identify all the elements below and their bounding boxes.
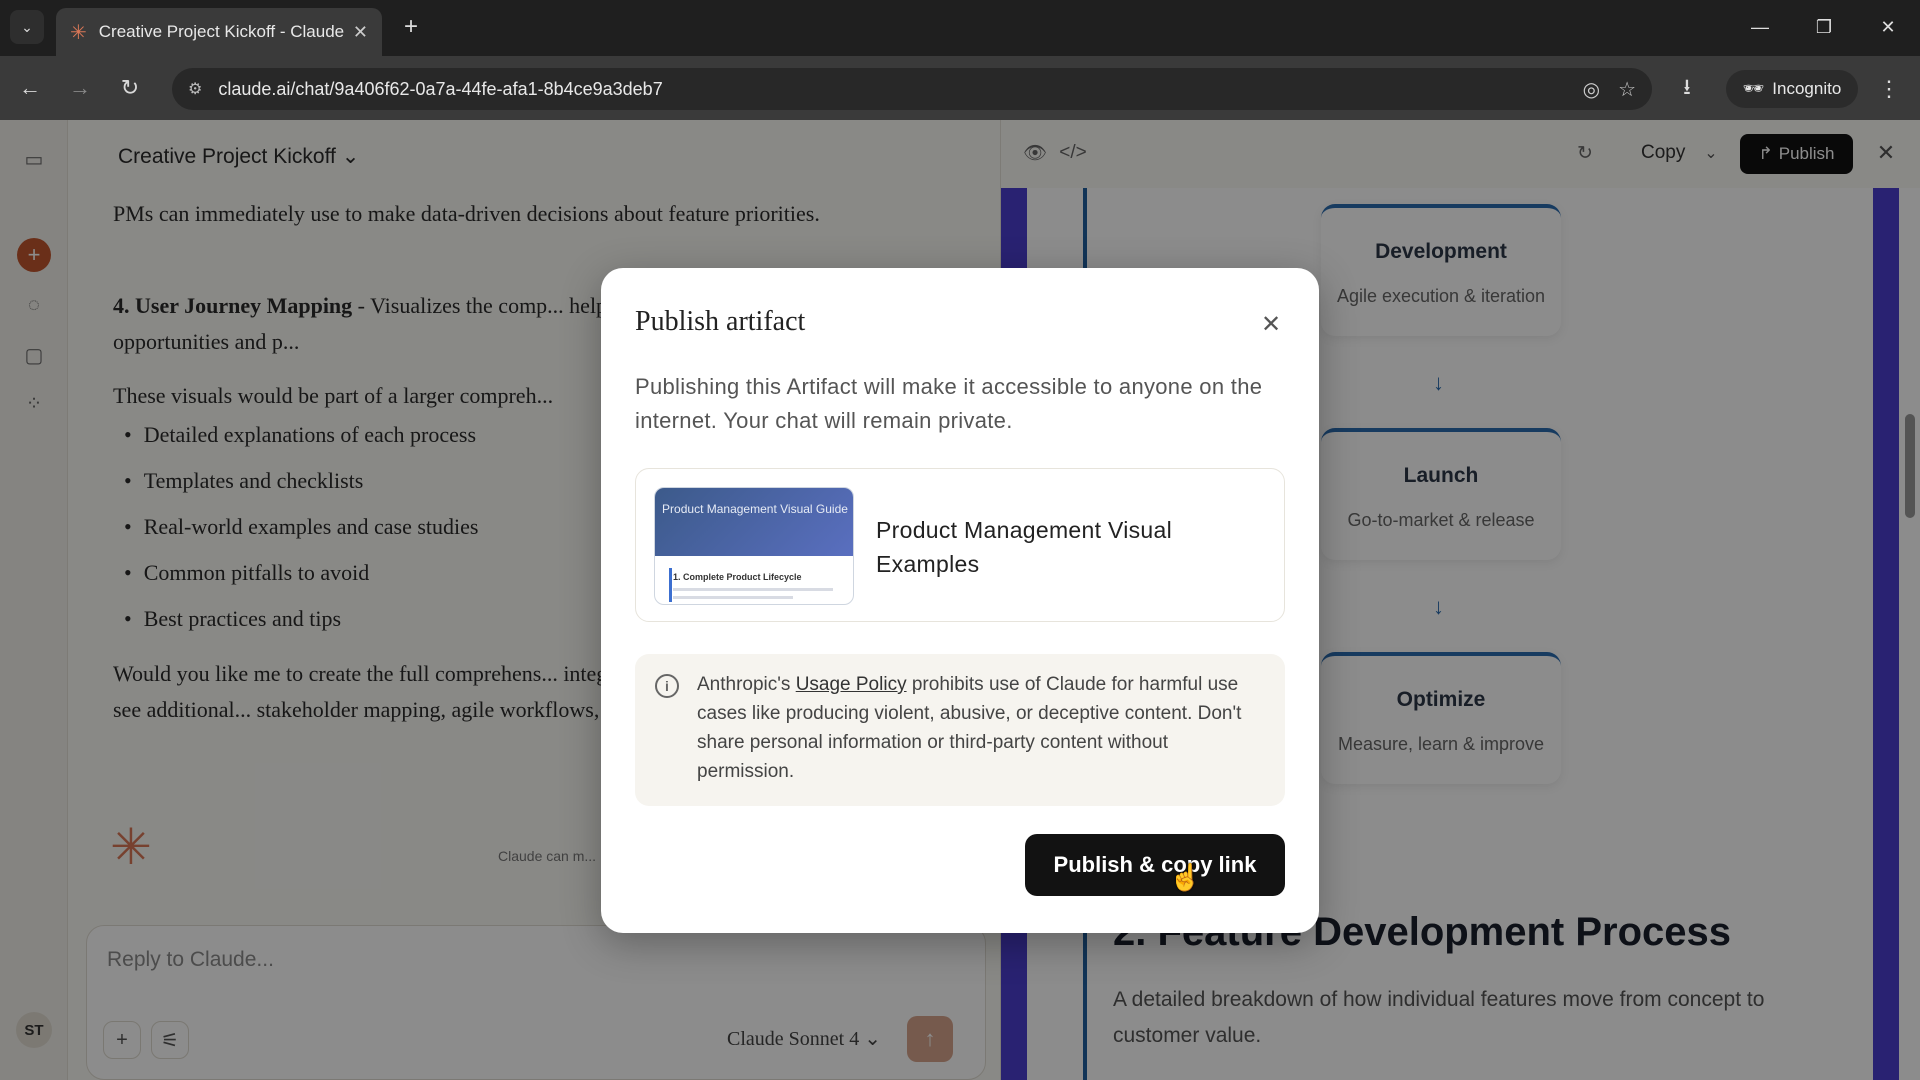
artifact-toolbar: 👁 </> ↻ Copy ⌄ ↱ Publish ✕: [1001, 120, 1920, 184]
mouse-cursor-icon: ☝: [1169, 862, 1202, 892]
reload-icon[interactable]: ↻: [112, 70, 148, 106]
usage-policy-link[interactable]: Usage Policy: [796, 674, 907, 695]
stage-name: Optimize: [1396, 688, 1486, 711]
sidebar-toggle-icon[interactable]: ▭: [17, 142, 51, 176]
dialog-title: Publish artifact: [635, 306, 806, 337]
close-icon[interactable]: ✕: [1871, 137, 1901, 169]
incognito-icon: 🕶: [1742, 79, 1765, 98]
message-bullet-list: Detailed explanations of each process Te…: [118, 422, 678, 652]
chat-title-dropdown[interactable]: Creative Project Kickoff ⌄: [118, 144, 359, 169]
publish-button[interactable]: ↱ Publish: [1740, 134, 1853, 174]
thumbnail-line: [673, 588, 833, 591]
avatar[interactable]: ST: [16, 1012, 52, 1048]
tab-title: Creative Project Kickoff - Claude: [98, 22, 345, 41]
artifacts-icon[interactable]: ⁘: [17, 386, 51, 420]
copy-button[interactable]: Copy: [1631, 135, 1695, 171]
window-close-icon[interactable]: ✕: [1868, 10, 1908, 44]
tools-sliders-icon[interactable]: ⚟: [151, 1021, 189, 1059]
browser-tab[interactable]: ✳ Creative Project Kickoff - Claude ✕: [56, 8, 382, 56]
publish-copy-link-button[interactable]: Publish & copy link: [1025, 834, 1285, 896]
stage-description: Go-to-market & release: [1347, 510, 1535, 530]
chats-icon[interactable]: ◌: [17, 288, 51, 322]
list-item: Real-world examples and case studies: [118, 514, 678, 560]
notice-text: Anthropic's Usage Policy prohibits use o…: [697, 670, 1267, 786]
artifact-name: Product Management Visual Examples: [876, 517, 1173, 577]
reply-box: + ⚟ Claude Sonnet 4 ⌄ ↑: [86, 925, 986, 1080]
artifact-thumbnail: Product Management Visual Guide 1. Compl…: [654, 487, 854, 605]
reply-input[interactable]: [107, 948, 807, 972]
lifecycle-stage: Development Agile execution & iteration: [1321, 204, 1561, 336]
arrow-down-icon: ↓: [1433, 594, 1444, 619]
restore-icon[interactable]: ❐: [1804, 10, 1844, 44]
tab-close-icon[interactable]: ✕: [353, 22, 368, 43]
thumbnail-title: Product Management Visual Guide: [655, 488, 853, 556]
thumbnail-accent: [669, 568, 672, 602]
minimize-icon[interactable]: —: [1740, 10, 1780, 44]
share-arrow-icon: ↱: [1758, 144, 1773, 163]
left-rail: ▭ + ◌ ▢ ⁘ ST: [0, 120, 68, 1080]
browser-tab-bar: ⌄ ✳ Creative Project Kickoff - Claude ✕ …: [0, 0, 1920, 56]
model-selector[interactable]: Claude Sonnet 4 ⌄: [727, 1026, 881, 1051]
artifact-preview-card: Product Management Visual Guide 1. Compl…: [635, 468, 1285, 622]
list-item: Best practices and tips: [118, 606, 678, 652]
lifecycle-stage: Optimize Measure, learn & improve: [1321, 652, 1561, 784]
disclaimer-text: Claude can m...: [498, 848, 597, 864]
new-chat-icon[interactable]: +: [17, 238, 51, 272]
back-icon[interactable]: ←: [12, 70, 48, 106]
stage-name: Launch: [1403, 464, 1479, 487]
preview-eye-icon[interactable]: 👁: [1019, 137, 1051, 169]
new-tab-icon[interactable]: +: [396, 12, 426, 42]
message-paragraph: PMs can immediately use to make data-dri…: [113, 201, 820, 226]
bookmark-star-icon[interactable]: ☆: [1618, 77, 1636, 102]
scrollbar[interactable]: [1905, 414, 1915, 518]
stage-name: Development: [1375, 240, 1507, 263]
publish-artifact-dialog: Publish artifact ✕ Publishing this Artif…: [601, 268, 1319, 933]
claude-spark-icon: ✳: [110, 819, 152, 875]
stage-description: Measure, learn & improve: [1337, 734, 1545, 754]
section-description: A detailed breakdown of how individual f…: [1113, 988, 1765, 1047]
browser-toolbar: ← → ↻ ⚙ claude.ai/chat/9a406f62-0a7a-44f…: [0, 56, 1920, 120]
chat-title: Creative Project Kickoff: [118, 145, 336, 168]
close-icon[interactable]: ✕: [1257, 310, 1285, 338]
incognito-label: Incognito: [1772, 79, 1842, 98]
message-bold-heading: 4. User Journey Mapping: [113, 293, 353, 318]
claude-favicon-icon: ✳: [70, 21, 87, 44]
forward-icon[interactable]: →: [62, 70, 98, 106]
thumbnail-line: [673, 596, 793, 599]
arrow-down-icon: ↓: [1433, 370, 1444, 395]
chevron-down-icon[interactable]: ⌄: [1697, 137, 1725, 169]
browser-menu-icon[interactable]: ⋮: [1874, 72, 1904, 106]
address-bar[interactable]: ⚙ claude.ai/chat/9a406f62-0a7a-44fe-afa1…: [172, 68, 1652, 110]
info-icon: i: [655, 674, 679, 698]
chevron-down-icon: ⌄: [864, 1028, 881, 1050]
attach-plus-icon[interactable]: +: [103, 1021, 141, 1059]
dialog-description: Publishing this Artifact will make it ac…: [635, 374, 1263, 433]
eye-slash-icon[interactable]: ◎: [1583, 77, 1600, 102]
usage-policy-notice: i Anthropic's Usage Policy prohibits use…: [635, 654, 1285, 806]
chevron-down-icon: ⌄: [341, 145, 360, 168]
model-name: Claude Sonnet 4: [727, 1028, 860, 1050]
send-arrow-icon[interactable]: ↑: [907, 1016, 953, 1062]
notice-prefix: Anthropic's: [697, 674, 796, 695]
list-item: Detailed explanations of each process: [118, 422, 678, 468]
site-settings-icon[interactable]: ⚙: [188, 79, 202, 99]
publish-label: Publish: [1778, 144, 1835, 163]
url-text[interactable]: claude.ai/chat/9a406f62-0a7a-44fe-afa1-8…: [218, 79, 1564, 100]
thumbnail-subtitle: 1. Complete Product Lifecycle: [673, 572, 802, 582]
list-item: Common pitfalls to avoid: [118, 560, 678, 606]
list-item: Templates and checklists: [118, 468, 678, 514]
tab-search-icon[interactable]: ⌄: [10, 10, 44, 44]
lifecycle-stage: Launch Go-to-market & release: [1321, 428, 1561, 560]
incognito-badge[interactable]: 🕶 Incognito: [1726, 70, 1858, 108]
stage-description: Agile execution & iteration: [1336, 286, 1546, 306]
preview-border: [1873, 188, 1899, 1080]
projects-icon[interactable]: ▢: [17, 338, 51, 372]
download-icon[interactable]: ⭳: [1670, 72, 1704, 106]
refresh-icon[interactable]: ↻: [1569, 137, 1601, 169]
code-icon[interactable]: </>: [1057, 137, 1089, 169]
